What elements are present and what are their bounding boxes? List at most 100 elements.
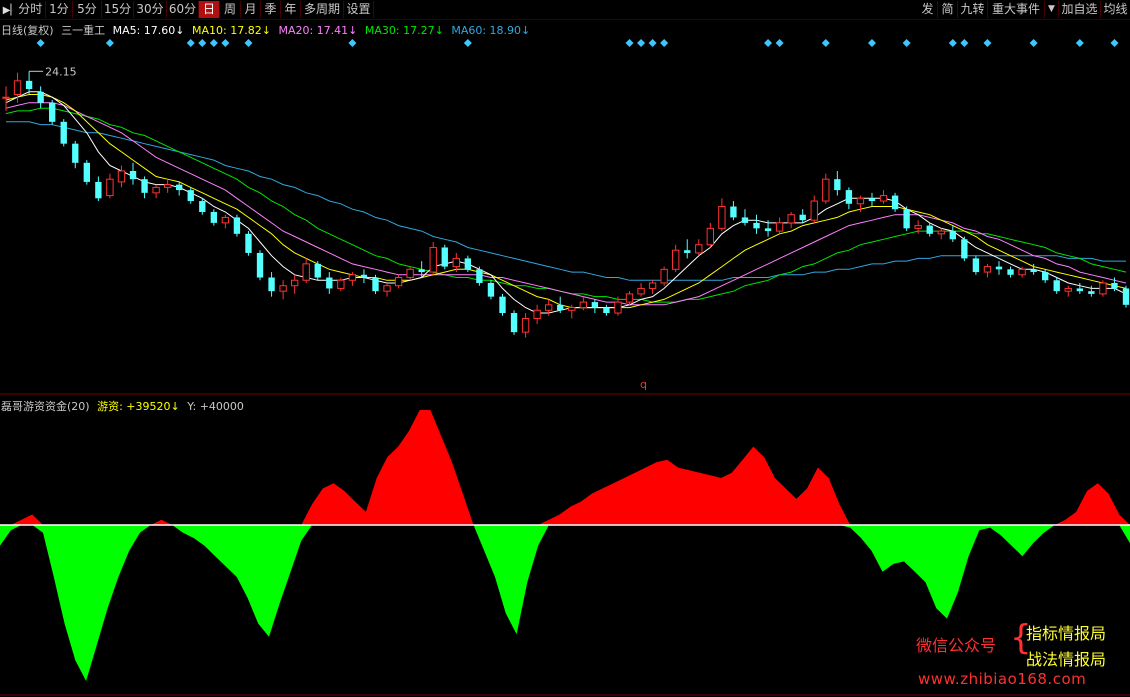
candle: [591, 299, 599, 314]
candle: [279, 280, 287, 300]
candle: [72, 140, 79, 169]
signal-diamond: [186, 39, 195, 47]
candle: [406, 266, 414, 281]
candle: [695, 239, 703, 256]
candle-body: [834, 179, 841, 191]
candle-body: [648, 282, 657, 289]
major-events-button[interactable]: 重大事件: [988, 1, 1045, 18]
tab-30min[interactable]: 30分: [134, 1, 167, 18]
watermark-line1: 指标情报局: [1026, 624, 1107, 643]
candle-body: [961, 239, 968, 259]
candle-body: [83, 162, 90, 182]
candle-body: [268, 277, 275, 292]
candle: [706, 222, 715, 248]
candle: [176, 181, 183, 196]
candle: [741, 209, 749, 226]
candle-body: [360, 274, 368, 278]
candle-body: [695, 244, 703, 254]
candlestick-chart[interactable]: 24.15 q: [0, 19, 1130, 395]
tab-60min[interactable]: 60分: [167, 1, 199, 18]
candle-body: [1042, 272, 1049, 281]
candle: [499, 293, 506, 316]
tab-weekly[interactable]: 周: [220, 1, 241, 18]
tab-daily[interactable]: 日: [199, 1, 220, 18]
candle-body: [983, 266, 992, 273]
candle: [753, 214, 760, 234]
moving-average-button[interactable]: 均线: [1101, 1, 1130, 18]
candle-body: [879, 195, 888, 202]
candle-body: [1088, 291, 1095, 294]
candle-body: [1076, 288, 1083, 292]
candle-body: [441, 247, 448, 267]
signal-diamond: [625, 39, 634, 47]
candle: [129, 162, 137, 185]
candle-body: [672, 249, 680, 270]
tab-15min[interactable]: 15分: [102, 1, 134, 18]
candle-body: [383, 285, 391, 292]
candle: [83, 160, 90, 185]
period-toolbar: ▶▏分时 1分 5分 15分 30分 60分 日 周 月 季 年 多周期 设置 …: [0, 0, 1130, 20]
candle: [163, 179, 172, 193]
tab-intraday[interactable]: ▶▏分时: [0, 1, 46, 18]
ma30-line: [5, 107, 1127, 303]
tab-multi-period[interactable]: 多周期: [301, 1, 344, 18]
candle: [834, 170, 841, 196]
candle: [983, 263, 992, 278]
candle-body: [926, 225, 933, 234]
add-watchlist-button[interactable]: 加自选: [1059, 1, 1101, 18]
candle: [579, 296, 587, 311]
candle-body: [810, 200, 818, 221]
signal-diamond: [867, 39, 876, 47]
candle-body: [937, 230, 945, 235]
signal-diamond: [960, 39, 969, 47]
candle-body: [418, 269, 425, 273]
candle: [314, 261, 321, 281]
candle: [199, 198, 206, 215]
settings-button[interactable]: 设置: [344, 1, 374, 18]
events-dropdown-button[interactable]: ▼: [1045, 1, 1059, 18]
candle: [37, 86, 44, 109]
candle-body: [533, 309, 541, 319]
candle: [1122, 285, 1130, 308]
candle-body: [799, 214, 806, 221]
candle-body: [49, 102, 56, 122]
candle-body: [510, 313, 518, 333]
tab-quarterly[interactable]: 季: [261, 1, 281, 18]
indicator-value: 游资: +39520↓: [97, 400, 180, 413]
candle-body: [2, 96, 10, 99]
candle-body: [972, 258, 980, 273]
watermark: 微信公众号 { 指标情报局 战法情报局 www.zhibiao168.com: [916, 618, 1130, 697]
candle-body: [718, 206, 726, 229]
tab-monthly[interactable]: 月: [241, 1, 261, 18]
tab-1min[interactable]: 1分: [46, 1, 73, 18]
tab-5min[interactable]: 5分: [73, 1, 102, 18]
candle: [268, 272, 275, 297]
candle-body: [372, 277, 379, 292]
send-button[interactable]: 发: [918, 1, 938, 18]
candle-body: [914, 225, 922, 229]
tab-yearly[interactable]: 年: [281, 1, 301, 18]
nine-turn-button[interactable]: 九转: [958, 1, 988, 18]
candle: [903, 206, 910, 232]
signal-diamond: [648, 39, 657, 47]
candle: [1053, 277, 1060, 294]
candle-body: [106, 178, 114, 197]
indicator-legend: 磊哥游资资金(20) 游资: +39520↓ Y: +40000: [1, 398, 248, 414]
candle-body: [903, 209, 910, 229]
candle: [326, 272, 333, 294]
candle: [25, 71, 33, 95]
candle: [937, 228, 945, 240]
candle-body: [152, 186, 160, 194]
candle-body: [603, 307, 610, 314]
simple-button[interactable]: 简: [938, 1, 958, 18]
signal-diamond: [775, 39, 784, 47]
candle-body: [141, 179, 148, 193]
signal-diamond: [36, 39, 45, 47]
candle-body: [233, 217, 241, 234]
candle: [290, 274, 299, 294]
candle: [961, 236, 968, 262]
indicator-name: 磊哥游资资金(20): [1, 400, 90, 413]
candle-body: [406, 268, 414, 279]
candle-body: [37, 91, 44, 103]
candle: [822, 173, 830, 204]
